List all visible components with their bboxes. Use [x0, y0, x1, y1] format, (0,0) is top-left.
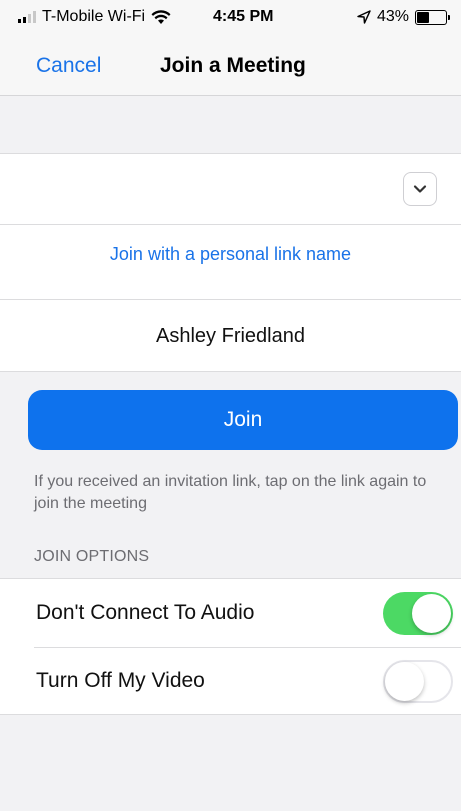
toggle-knob [385, 662, 424, 701]
dont-connect-audio-toggle[interactable] [383, 592, 453, 635]
option-row-video: Turn Off My Video [0, 647, 461, 715]
status-bar: T-Mobile Wi-Fi 4:45 PM 43% [0, 0, 461, 38]
carrier-label: T-Mobile Wi-Fi [42, 8, 146, 25]
status-right: 43% [357, 8, 450, 26]
screen-name-section [0, 299, 461, 372]
status-time: 4:45 PM [213, 8, 274, 25]
divider [0, 224, 461, 225]
cancel-button[interactable]: Cancel [36, 54, 101, 78]
option-label-video: Turn Off My Video [36, 669, 205, 692]
nav-bar: Cancel Join a Meeting [0, 38, 461, 96]
page-title: Join a Meeting [160, 54, 306, 77]
status-left: T-Mobile Wi-Fi [18, 8, 171, 26]
screen-name-input[interactable] [0, 300, 461, 372]
meeting-id-input[interactable] [16, 168, 396, 210]
location-arrow-icon [357, 10, 371, 24]
meeting-id-section: Join with a personal link name [0, 153, 461, 300]
battery-icon [415, 9, 450, 25]
toggle-knob [412, 594, 451, 633]
wifi-icon [151, 9, 171, 24]
join-options-group: Don't Connect To Audio Turn Off My Video [0, 578, 461, 715]
option-row-audio: Don't Connect To Audio [0, 579, 461, 647]
join-options-header: JOIN OPTIONS [34, 548, 150, 565]
turn-off-video-toggle[interactable] [383, 660, 453, 703]
invitation-hint-text: If you received an invitation link, tap … [34, 473, 427, 512]
battery-percent: 43% [376, 8, 409, 25]
option-label-audio: Don't Connect To Audio [36, 601, 255, 624]
meeting-history-dropdown-button[interactable] [403, 172, 437, 206]
chevron-down-icon [413, 185, 427, 193]
personal-link-name-link[interactable]: Join with a personal link name [0, 244, 461, 265]
signal-icon [18, 11, 36, 23]
join-button[interactable]: Join [28, 390, 458, 450]
